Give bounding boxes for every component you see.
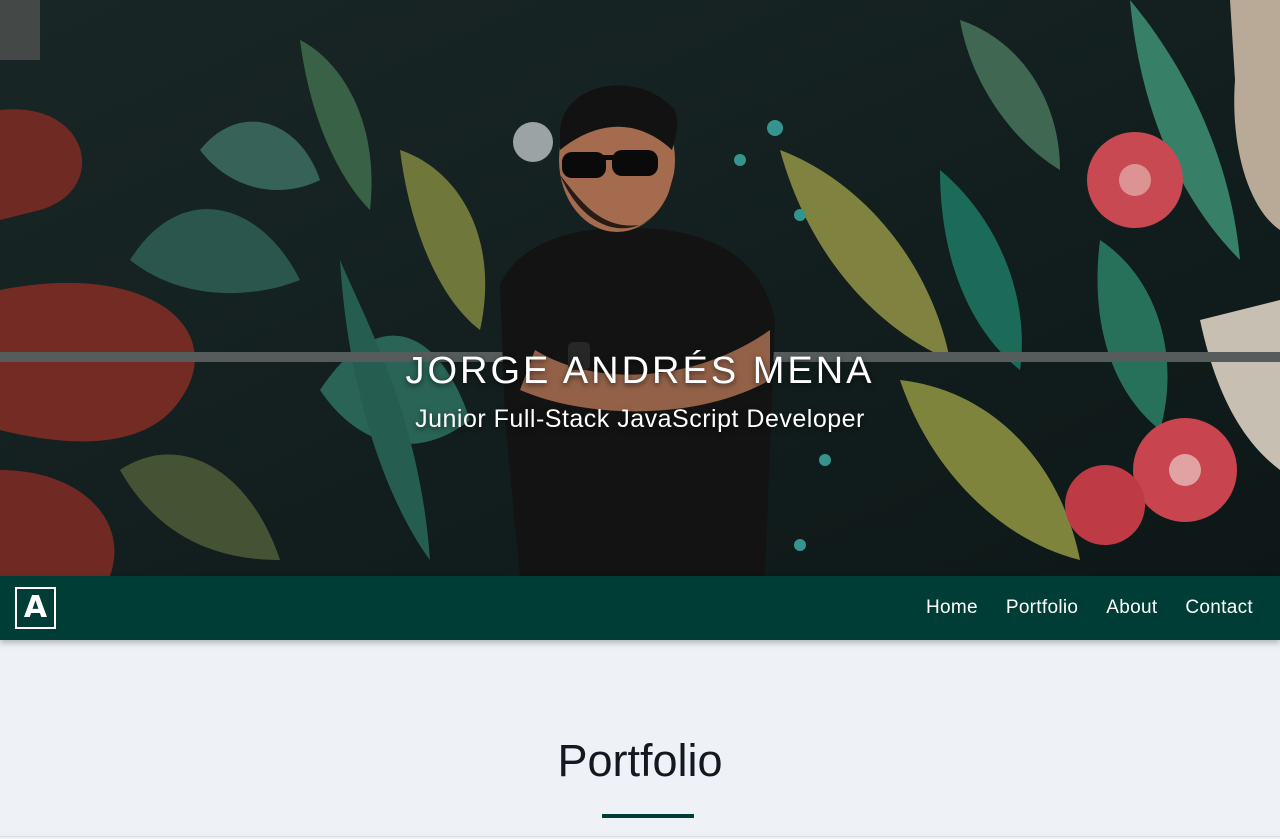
hero-overlay xyxy=(0,0,1280,576)
nav-links: Home Portfolio About Contact xyxy=(898,576,1253,640)
section-divider xyxy=(0,836,1280,837)
hero-banner: JORGE ANDRÉS MENA Junior Full-Stack Java… xyxy=(0,0,1280,576)
nav-link-contact[interactable]: Contact xyxy=(1185,597,1253,619)
title-underline xyxy=(602,814,694,818)
portfolio-title: Portfolio xyxy=(557,735,723,786)
nav-link-portfolio[interactable]: Portfolio xyxy=(1006,597,1078,619)
logo-button[interactable]: A xyxy=(15,587,56,629)
hero-name: JORGE ANDRÉS MENA xyxy=(405,350,875,392)
navbar: A Home Portfolio About Contact xyxy=(0,576,1280,640)
nav-link-about[interactable]: About xyxy=(1106,597,1157,619)
nav-link-home[interactable]: Home xyxy=(926,597,978,619)
hero-role: Junior Full-Stack JavaScript Developer xyxy=(415,405,865,433)
